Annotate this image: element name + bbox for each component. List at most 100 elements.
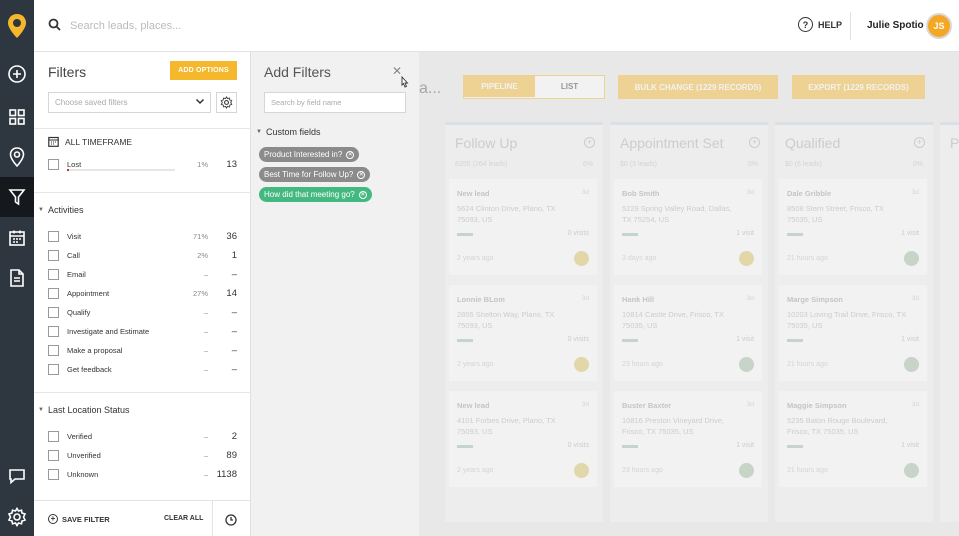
view-toggle[interactable]: PIPELINE LIST [463,75,605,99]
lead-card[interactable]: Lonnie BLom 3d 2805 Shelton Way, Plano, … [449,285,597,381]
checkbox[interactable] [48,364,59,375]
activity-status-icon[interactable] [904,463,919,478]
checkbox[interactable] [48,326,59,337]
pipeline-column: Qualified + $0 (6 leads) 0% Dale Gribble… [775,122,933,522]
save-filter-button[interactable]: + SAVE FILTER [48,514,110,524]
location-row[interactable]: Unknown – 1138 [48,468,238,482]
checkbox[interactable] [48,159,59,170]
activity-row[interactable]: Email – – [48,268,238,282]
add-circle-icon[interactable] [0,54,34,94]
help-button[interactable]: ? HELP [798,17,842,32]
lead-visits: 1 visit [901,442,919,449]
checkbox[interactable] [48,288,59,299]
activity-status-icon[interactable] [574,357,589,372]
logo-pin-icon[interactable] [0,0,34,52]
search-icon [48,18,61,36]
lead-card[interactable]: Bob Smith 3d 5229 Spring Valley Road, Da… [614,179,762,275]
lead-age: 3d [746,295,754,302]
chat-icon[interactable] [0,456,34,496]
add-lead-icon[interactable]: + [584,137,595,148]
activity-status-icon[interactable] [739,251,754,266]
avatar[interactable]: JS [926,13,952,39]
timeframe-selector[interactable]: ALL TIMEFRAME [48,136,132,147]
activity-row[interactable]: Call 2% 1 [48,249,238,263]
location-row[interactable]: Unverified – 89 [48,449,238,463]
user-name[interactable]: Julie Spotio [867,20,924,31]
document-icon[interactable] [0,258,34,298]
history-clock-icon[interactable] [225,513,237,531]
timeframe-label: ALL TIMEFRAME [65,136,133,147]
lead-card[interactable]: Hank Hill 3d 10814 Castle Drive, Frisco,… [614,285,762,381]
custom-field-chip[interactable]: Product Interested in? ✕ [259,147,360,162]
remove-chip-icon[interactable]: ✕ [358,190,367,199]
add-lead-icon[interactable]: + [749,137,760,148]
checkbox[interactable] [48,269,59,280]
activity-status-icon[interactable] [904,251,919,266]
caret-down-icon: ▼ [38,407,44,413]
activity-row[interactable]: Qualify – – [48,306,238,320]
lead-age: 3d [581,295,589,302]
calendar-icon[interactable] [0,218,34,258]
location-label: Unverified [67,451,101,460]
lead-card[interactable]: New lead 3d 5624 Clinton Drive, Plano, T… [449,179,597,275]
activity-status-icon[interactable] [739,357,754,372]
export-button[interactable]: EXPORT (1229 RECORDS) [792,75,925,99]
remove-chip-icon[interactable]: ✕ [357,170,366,179]
divider [850,12,851,40]
clear-all-button[interactable]: CLEAR ALL [164,515,203,522]
bulk-change-button[interactable]: BULK CHANGE (1229 RECORDS) [618,75,778,99]
activities-section-header[interactable]: ▼ Activities [38,205,83,215]
activity-pct: – [203,327,208,336]
activity-status-icon[interactable] [574,251,589,266]
search-input[interactable] [70,15,370,37]
lead-card[interactable]: Marge Simpson 3d 10203 Loving Trail Driv… [779,285,927,381]
location-title: Last Location Status [47,405,130,415]
custom-field-chip[interactable]: How did that meeting go? ✕ [259,187,372,202]
checkbox[interactable] [48,231,59,242]
activity-row[interactable]: Appointment 27% 14 [48,287,238,301]
pipeline-tab[interactable]: PIPELINE [464,76,535,97]
location-section-header[interactable]: ▼ Last Location Status [38,405,130,415]
filter-icon[interactable] [0,177,34,217]
saved-filters-settings-button[interactable] [216,92,237,113]
activity-row[interactable]: Visit 71% 36 [48,230,238,244]
location-pct: – [203,470,208,479]
activity-status-icon[interactable] [574,463,589,478]
mouse-cursor-icon [401,76,409,88]
filters-panel: Filters ADD OPTIONS Choose saved filters… [34,52,251,536]
lead-updated: 21 hours ago [787,255,828,262]
settings-gear-icon[interactable] [0,497,34,536]
chip-label: Best Time for Follow Up? [264,170,354,179]
custom-fields-header[interactable]: ▼ Custom fields [256,127,320,137]
activity-status-icon[interactable] [904,357,919,372]
add-lead-icon[interactable]: + [914,137,925,148]
status-lost-row[interactable]: Lost 1% 13 [48,158,238,172]
checkbox[interactable] [48,469,59,480]
lead-card[interactable]: Dale Gribble 3d 8508 Stern Street, Frisc… [779,179,927,275]
lead-address: 10203 Loving Trail Drive, Frisco, TX 750… [787,310,907,330]
field-search-input[interactable] [264,92,406,113]
lead-card[interactable]: New lead 3d 4101 Forbes Drive, Plano, TX… [449,391,597,487]
saved-filters-select[interactable]: Choose saved filters [48,92,211,113]
checkbox[interactable] [48,345,59,356]
dashboard-grid-icon[interactable] [0,97,34,137]
lead-card[interactable]: Buster Baxter 3d 10816 Preston Vineyard … [614,391,762,487]
status-label: Lost [67,160,82,169]
location-row[interactable]: Verified – 2 [48,430,238,444]
lead-card[interactable]: Maggie Simpson 3d 5235 Baton Rouge Boule… [779,391,927,487]
map-pin-icon[interactable] [0,137,34,177]
activity-row[interactable]: Investigate and Estimate – – [48,325,238,339]
list-tab[interactable]: LIST [535,76,604,97]
checkbox[interactable] [48,450,59,461]
activity-row[interactable]: Make a proposal – – [48,344,238,358]
custom-field-chip[interactable]: Best Time for Follow Up? ✕ [259,167,371,182]
column-pct: 0% [912,161,923,168]
add-options-button[interactable]: ADD OPTIONS [170,61,237,80]
checkbox[interactable] [48,250,59,261]
activity-row[interactable]: Get feedback – – [48,363,238,377]
lead-visits: 0 visits [567,336,589,343]
remove-chip-icon[interactable]: ✕ [346,150,355,159]
checkbox[interactable] [48,307,59,318]
activity-status-icon[interactable] [739,463,754,478]
checkbox[interactable] [48,431,59,442]
